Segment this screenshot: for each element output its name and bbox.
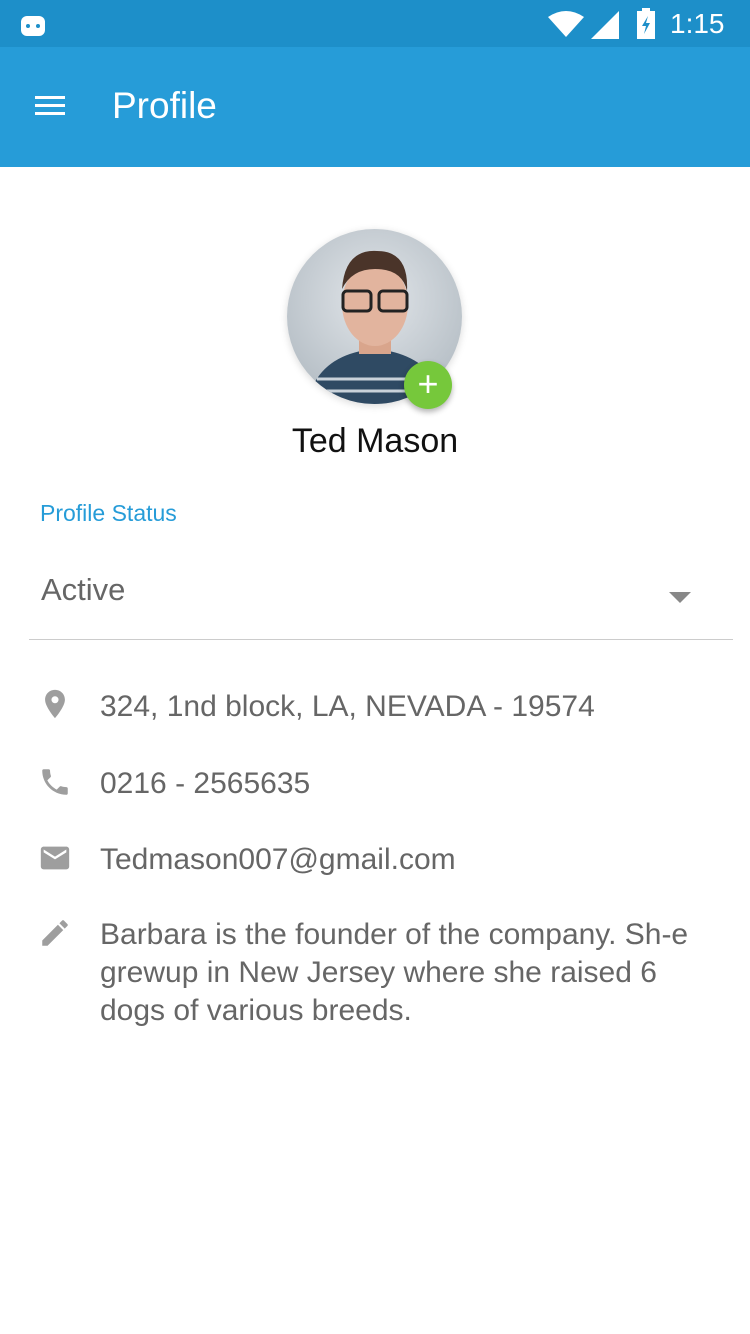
address-text: 324, 1nd block, LA, NEVADA - 19574 bbox=[100, 690, 595, 723]
status-bar: 1:15 bbox=[0, 0, 750, 47]
phone-text: 0216 - 2565635 bbox=[100, 767, 311, 800]
email-icon bbox=[40, 846, 70, 870]
add-photo-button[interactable]: + bbox=[404, 361, 452, 409]
plus-icon: + bbox=[417, 363, 439, 404]
menu-icon[interactable] bbox=[35, 95, 67, 119]
pencil-icon bbox=[42, 920, 68, 946]
android-icon bbox=[21, 16, 45, 36]
phone-icon bbox=[42, 769, 68, 795]
signal-icon bbox=[591, 11, 619, 39]
profile-status-label: Profile Status bbox=[40, 500, 177, 526]
dropdown-arrow-icon bbox=[669, 592, 691, 603]
email-text: Tedmason007@gmail.com bbox=[100, 843, 456, 876]
profile-name: Ted Mason bbox=[291, 422, 459, 460]
clock: 1:15 bbox=[670, 8, 725, 39]
profile-status-dropdown[interactable]: Active bbox=[29, 560, 733, 640]
page-title: Profile bbox=[112, 85, 217, 126]
bio-text: Barbara is the founder of the company. S… bbox=[100, 918, 689, 1027]
app-bar: Profile bbox=[0, 47, 750, 167]
wifi-icon bbox=[548, 11, 584, 37]
profile-status-value: Active bbox=[41, 572, 126, 607]
battery-charging-icon bbox=[637, 8, 655, 39]
location-pin-icon bbox=[45, 689, 65, 719]
